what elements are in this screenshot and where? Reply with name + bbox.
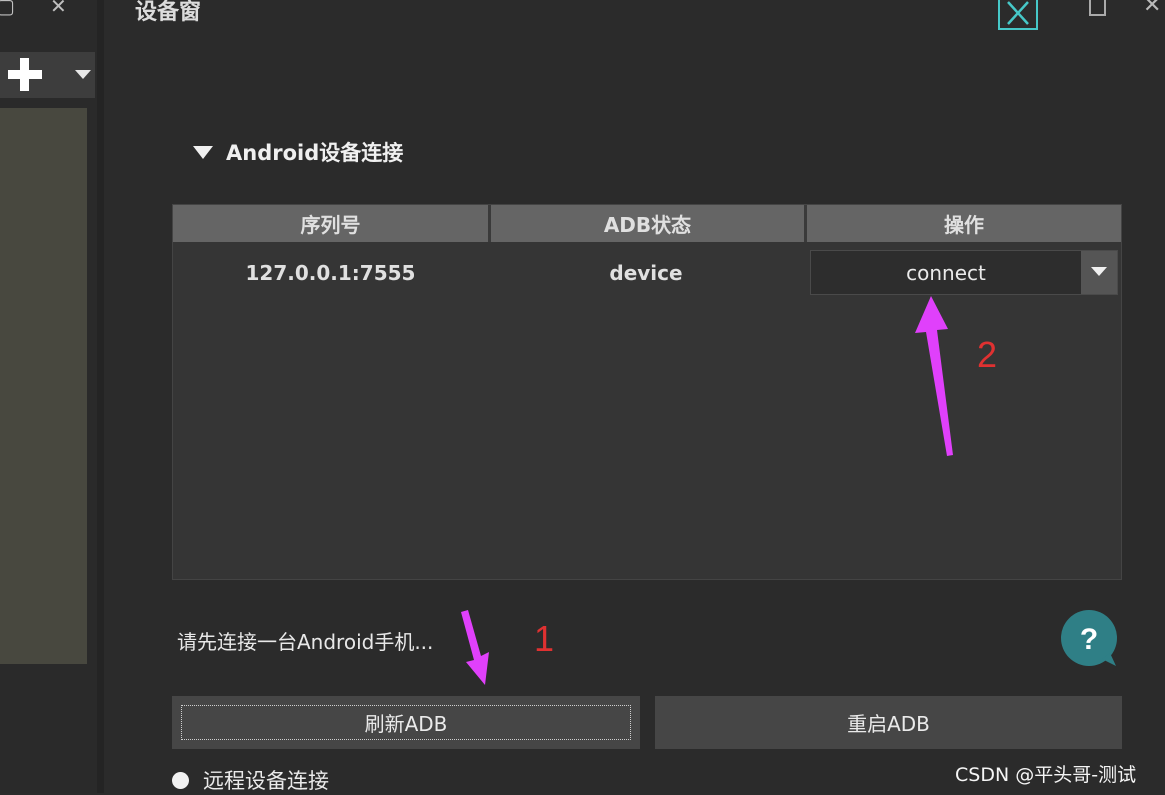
close-icon[interactable]: ✕ bbox=[1143, 0, 1161, 18]
device-table: 序列号 ADB状态 操作 127.0.0.1:7555 device conne… bbox=[172, 204, 1122, 580]
focus-ring bbox=[181, 705, 631, 740]
collapse-triangle-icon bbox=[193, 145, 213, 159]
svg-text:?: ? bbox=[1080, 623, 1098, 656]
table-header-row: 序列号 ADB状态 操作 bbox=[173, 205, 1121, 242]
section-title: Android设备连接 bbox=[226, 141, 404, 165]
add-dropdown-button[interactable] bbox=[70, 52, 95, 98]
section-header-android[interactable]: Android设备连接 bbox=[193, 137, 403, 167]
window-title: 设备窗 bbox=[135, 0, 202, 25]
tools-icon[interactable] bbox=[998, 0, 1038, 30]
help-bubble-icon: ? bbox=[1061, 610, 1117, 666]
chevron-down-icon bbox=[1091, 267, 1107, 276]
action-select[interactable]: connect bbox=[810, 250, 1118, 295]
column-header-serial[interactable]: 序列号 bbox=[173, 205, 488, 242]
adb-status-cell: device bbox=[609, 261, 683, 285]
restart-adb-button[interactable]: 重启ADB bbox=[655, 696, 1122, 749]
table-row[interactable]: 127.0.0.1:7555 device connect bbox=[173, 250, 1121, 296]
restore-window-icon[interactable] bbox=[1089, 0, 1106, 16]
left-panel-content bbox=[0, 108, 87, 664]
restart-adb-label: 重启ADB bbox=[847, 712, 930, 736]
serial-cell: 127.0.0.1:7555 bbox=[245, 261, 416, 285]
left-close-icon[interactable]: ✕ bbox=[50, 0, 67, 18]
hint-text: 请先连接一台Android手机... bbox=[177, 630, 434, 654]
watermark: CSDN @平头哥-测试 bbox=[955, 764, 1137, 786]
refresh-adb-button[interactable]: 刷新ADB bbox=[172, 696, 640, 749]
action-select-value: connect bbox=[906, 260, 986, 285]
section-header-remote[interactable]: 远程设备连接 bbox=[172, 765, 329, 795]
left-restore-icon[interactable]: ▢ bbox=[0, 0, 15, 18]
action-select-arrow[interactable] bbox=[1081, 251, 1117, 294]
column-header-adb-status[interactable]: ADB状态 bbox=[488, 205, 804, 242]
annotation-number-2: 2 bbox=[977, 334, 998, 375]
add-button[interactable] bbox=[0, 52, 70, 98]
column-header-action[interactable]: 操作 bbox=[804, 205, 1121, 242]
bullet-icon bbox=[172, 771, 189, 789]
annotation-number-1: 1 bbox=[534, 618, 555, 659]
chevron-down-icon bbox=[75, 70, 91, 79]
remote-section-label: 远程设备连接 bbox=[203, 769, 329, 793]
panel-splitter[interactable] bbox=[97, 0, 104, 793]
left-window-buttons: ▢ ✕ bbox=[0, 0, 90, 22]
help-button[interactable]: ? bbox=[1058, 609, 1120, 667]
annotation-arrow-1 bbox=[461, 610, 489, 685]
